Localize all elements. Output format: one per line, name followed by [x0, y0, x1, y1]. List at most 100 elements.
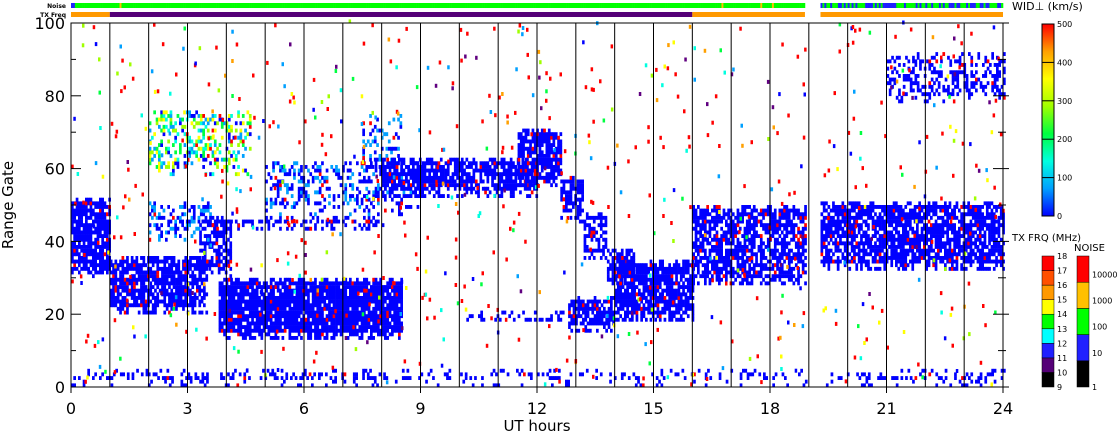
noise-status-cell [657, 3, 660, 8]
noise-status-cell [698, 3, 701, 8]
echo-cell [183, 201, 187, 206]
echo-cell [251, 317, 254, 322]
echo-cell [400, 183, 403, 188]
echo-cell [632, 252, 636, 257]
echo-cell [234, 172, 238, 177]
echo-cell [668, 306, 671, 311]
echo-cell [545, 132, 549, 137]
echo-cell [704, 252, 707, 257]
noise-status-cell [459, 3, 462, 8]
echo-cell [481, 165, 485, 169]
echo-cell [649, 266, 653, 271]
echo-cell [330, 285, 334, 289]
echo-cell [244, 336, 247, 340]
echo-cell [204, 124, 208, 129]
echo-cell [85, 259, 88, 264]
echo-cell [360, 332, 364, 337]
echo-cell [73, 208, 76, 213]
noise-status-cell [96, 3, 99, 8]
echo-cell [649, 277, 653, 282]
echo-cell [199, 259, 202, 264]
echo-cell [253, 306, 257, 311]
echo-cell [704, 277, 707, 282]
echo-cell [349, 161, 352, 166]
echo-cell [92, 266, 95, 271]
echo-cell [704, 212, 707, 217]
noise-status-cell [203, 3, 206, 8]
echo-cell [610, 296, 613, 300]
echo-cell [297, 281, 301, 286]
echo-cell [349, 328, 352, 333]
noise-status-cell [519, 3, 522, 8]
noise-status-cell [752, 3, 755, 8]
noise-status-cell [781, 3, 784, 8]
echo-cell [162, 117, 166, 122]
echo-cell [332, 303, 336, 308]
echo-cell [133, 277, 136, 282]
echo-cell [507, 172, 511, 177]
echo-cell [311, 296, 315, 300]
echo-cell [547, 317, 551, 322]
noise-status-cell [220, 3, 223, 8]
echo-cell [505, 183, 508, 188]
echo-cell [432, 172, 436, 177]
echo-cell [500, 161, 504, 166]
echo-cell [421, 194, 424, 198]
echo-cell [169, 117, 173, 122]
echo-cell [470, 165, 473, 169]
echo-cell [583, 248, 587, 253]
echo-cell [517, 183, 521, 188]
echo-cell [465, 183, 469, 188]
echo-cell [358, 325, 362, 329]
echo-cell [112, 281, 115, 286]
echo-cell [206, 223, 210, 228]
echo-cell [358, 281, 362, 286]
echo-cell [638, 277, 641, 282]
noise-status-cell [150, 3, 153, 8]
echo-cell [213, 219, 217, 224]
echo-cell [258, 317, 261, 322]
echo-cell [718, 248, 721, 253]
echo-cell [328, 281, 331, 286]
echo-cell [295, 303, 299, 308]
echo-cell [197, 226, 201, 231]
echo-cell [711, 274, 714, 279]
echo-cell [645, 281, 648, 286]
echo-cell [318, 208, 322, 213]
noise-status-cell [360, 3, 363, 8]
echo-cell [169, 154, 173, 158]
echo-cell [279, 325, 282, 329]
echo-cell [189, 266, 192, 271]
echo-cell [718, 219, 721, 224]
echo-cell [286, 292, 289, 297]
echo-cell [94, 248, 97, 253]
noise-status-cell [230, 3, 233, 8]
echo-cell [255, 310, 259, 315]
echo-cell [606, 266, 610, 271]
echo-cell [351, 328, 355, 333]
echo-cell [393, 299, 396, 304]
echo-cell [579, 321, 583, 326]
echo-cell [193, 292, 197, 297]
echo-cell [246, 110, 250, 115]
echo-cell [346, 299, 350, 304]
echo-cell [569, 186, 573, 191]
echo-cell [78, 205, 81, 209]
noise-status-cell [436, 3, 439, 8]
echo-cell [158, 266, 162, 271]
echo-cell [505, 172, 508, 177]
echo-cell [314, 161, 317, 166]
echo-cell [142, 292, 146, 297]
echo-cell [96, 252, 100, 257]
echo-cell [246, 299, 250, 304]
echo-cell [552, 157, 556, 162]
noise-status-cell [408, 3, 412, 8]
echo-cell [505, 168, 508, 173]
echo-cell [232, 321, 236, 326]
echo-cell [519, 183, 523, 188]
echo-cell [190, 146, 194, 151]
echo-cell [391, 183, 394, 188]
echo-cell [444, 168, 448, 173]
echo-cell [372, 310, 375, 315]
echo-cell [170, 270, 174, 275]
